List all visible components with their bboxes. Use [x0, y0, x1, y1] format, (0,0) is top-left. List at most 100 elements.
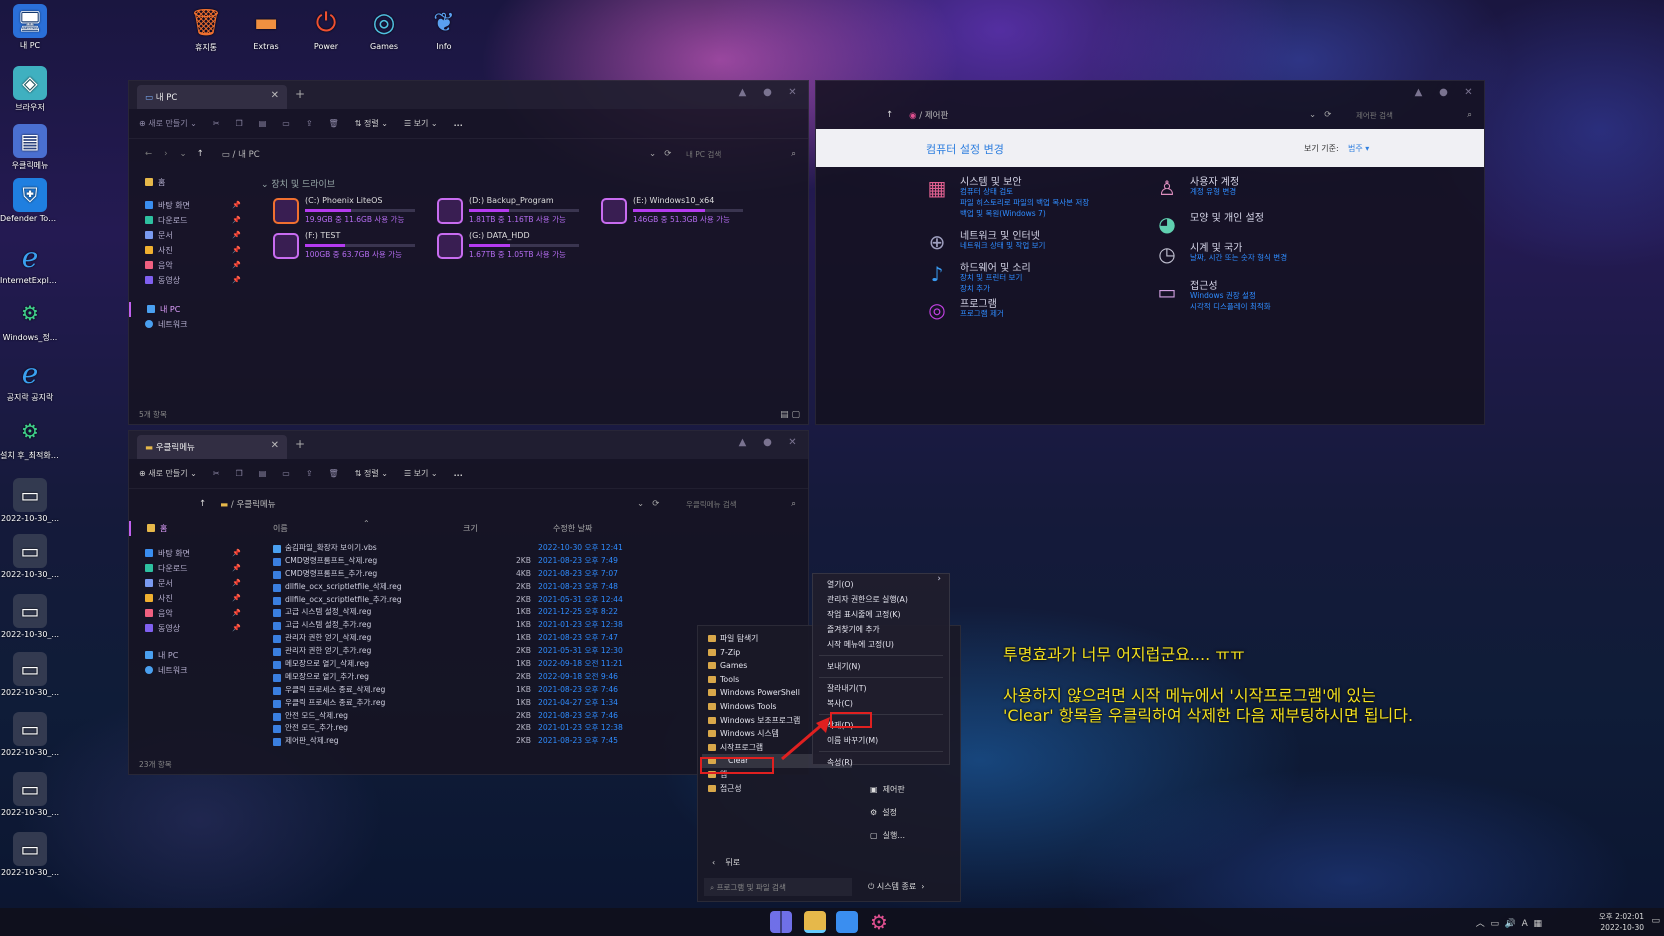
view-button[interactable]: ☰ 보기 ⌄	[404, 118, 438, 129]
file-row[interactable]: dllfile_ocx_scriptletfile_삭제.reg 2KB 2021-…	[273, 581, 793, 594]
cp-category-link[interactable]: 시각적 디스플레이 최적화	[1190, 301, 1271, 312]
nav-documents[interactable]: 문서 📌	[129, 228, 249, 243]
cut-icon[interactable]: ✂	[213, 469, 220, 478]
search-input[interactable]: 우클릭메뉴 검색	[680, 495, 800, 513]
clock[interactable]: 오후 2:02:01 2022-10-30	[1599, 911, 1644, 933]
cp-category-link[interactable]: 네트워크 상태 및 작업 보기	[960, 240, 1045, 251]
search-input[interactable]: 제어판 검색	[1350, 106, 1470, 124]
breadcrumb[interactable]: ▭ / 내 PC	[222, 148, 260, 160]
file-row[interactable]: dllfile_ocx_scriptletfile_추가.reg 2KB 2021-…	[273, 594, 793, 607]
cp-category-link[interactable]: 장치 및 프린터 보기	[960, 272, 1022, 283]
nav-network[interactable]: 네트워크	[129, 317, 249, 332]
view-toggle-icons[interactable]: ▤ ▢	[780, 410, 800, 420]
desktop-icon[interactable]: ℯ InternetExplor...	[0, 240, 60, 286]
start-menu-folder[interactable]: 접근성	[702, 782, 852, 796]
desktop-icon[interactable]: 🖥 내 PC	[0, 4, 60, 51]
nav-mypc[interactable]: 내 PC	[129, 302, 249, 317]
desktop-icon[interactable]: ⛨ Defender Tools.exe	[0, 178, 60, 223]
start-windows-icon[interactable]	[770, 911, 792, 933]
desktop-icon[interactable]: ▭ 2022-10-30_...	[0, 772, 60, 817]
refresh-icon[interactable]: ⌄ ⟳	[649, 149, 671, 159]
nav-videos[interactable]: 동영상 📌	[129, 273, 249, 288]
nav-documents[interactable]: 문서 📌	[129, 576, 249, 591]
desktop-icon[interactable]: ▭ 2022-10-30_...	[0, 478, 60, 523]
desktop-icon[interactable]: ▭ 2022-10-30_...	[0, 712, 60, 757]
rename-icon[interactable]: ▭	[282, 119, 290, 128]
tab-mypc[interactable]: ▭ 내 PC ✕	[137, 85, 287, 109]
sort-button[interactable]: ⇅ 정렬 ⌄	[355, 468, 388, 479]
nav-music[interactable]: 음악 📌	[129, 258, 249, 273]
cp-category-link[interactable]: 날짜, 시간 또는 숫자 형식 변경	[1190, 252, 1287, 263]
column-name[interactable]: 이름	[273, 523, 288, 534]
column-date[interactable]: 수정한 날짜	[553, 523, 592, 534]
cp-category-link[interactable]: 프로그램 제거	[960, 308, 1004, 319]
context-menu-item[interactable]: 복사(C)	[813, 696, 949, 711]
desktop-icon[interactable]: ▭ 2022-10-30_...	[0, 652, 60, 697]
start-right-run[interactable]: ▢ 실행...	[870, 830, 905, 841]
new-tab-button[interactable]: +	[295, 87, 305, 101]
minimize-icon[interactable]: ▲	[737, 87, 748, 98]
store-icon[interactable]	[836, 911, 858, 933]
maximize-icon[interactable]: ●	[762, 87, 773, 98]
breadcrumb[interactable]: ▬ / 우클릭메뉴	[220, 498, 275, 510]
desktop-icon[interactable]: ▭ 2022-10-30_...	[0, 832, 60, 877]
more-button[interactable]: ...	[454, 119, 463, 128]
nav-mypc[interactable]: 내 PC	[129, 648, 249, 663]
nav-music[interactable]: 음악 📌	[129, 606, 249, 621]
close-tab-icon[interactable]: ✕	[271, 440, 279, 451]
close-icon[interactable]: ✕	[787, 437, 798, 448]
cp-category-link[interactable]: 계정 유형 변경	[1190, 186, 1236, 197]
new-button[interactable]: ⊕ 새로 만들기 ⌄	[139, 468, 197, 479]
desktop-icon[interactable]: ▭ 2022-10-30_...	[0, 594, 60, 639]
notification-icon[interactable]: ▭	[1651, 916, 1660, 926]
up-icon[interactable]: ↑	[197, 149, 204, 159]
up-icon[interactable]: ↑	[886, 110, 893, 120]
settings-gear-icon[interactable]: ⚙	[868, 911, 890, 933]
nav-home[interactable]: 홈	[129, 175, 249, 190]
recent-icon[interactable]: ⌄	[180, 149, 187, 159]
desktop-icon[interactable]: ⏻ Power	[296, 6, 356, 52]
minimize-icon[interactable]: ▲	[1413, 87, 1424, 98]
forward-icon[interactable]: ›	[164, 149, 167, 159]
context-menu-item[interactable]: 잘라내기(T)	[813, 681, 949, 696]
paste-icon[interactable]: ▤	[259, 469, 267, 478]
nav-pictures[interactable]: 사진 📌	[129, 591, 249, 606]
search-icon[interactable]: ⌕	[791, 499, 796, 509]
view-by-dropdown[interactable]: 범주 ▾	[1348, 143, 1369, 154]
cp-category-link[interactable]: 컴퓨터 상태 검토	[960, 186, 1013, 197]
nav-network[interactable]: 네트워크	[129, 663, 249, 678]
search-icon[interactable]: ⌕	[1467, 110, 1472, 120]
more-button[interactable]: ...	[454, 469, 463, 478]
nav-desktop[interactable]: 바탕 화면 📌	[129, 546, 249, 561]
tab-contextmenu-folder[interactable]: ▬ 우클릭메뉴 ✕	[137, 435, 287, 459]
file-row[interactable]: CMD명령프롬프트_추가.reg 4KB 2021-08-23 오후 7:07	[273, 568, 793, 581]
copy-icon[interactable]: ❐	[236, 469, 243, 478]
close-tab-icon[interactable]: ✕	[271, 90, 279, 101]
file-explorer-icon[interactable]	[804, 911, 826, 933]
context-menu-item[interactable]: 열기(O)	[813, 577, 949, 592]
search-input[interactable]: 내 PC 검색	[680, 145, 800, 163]
cut-icon[interactable]: ✂	[213, 119, 220, 128]
drive-item[interactable]: (G:) DATA_HDD 1.67TB 중 1.05TB 사용 가능	[437, 231, 587, 261]
file-row[interactable]: 숨김파일_확장자 보이기.vbs 2022-10-30 오후 12:41	[273, 542, 793, 555]
context-menu-item[interactable]: 보내기(N)	[813, 659, 949, 674]
view-button[interactable]: ☰ 보기 ⌄	[404, 468, 438, 479]
desktop-icon[interactable]: ◎ Games	[354, 6, 414, 51]
close-icon[interactable]: ✕	[787, 87, 798, 98]
maximize-icon[interactable]: ●	[1438, 87, 1449, 98]
up-icon[interactable]: ↑	[199, 499, 206, 509]
context-menu-item[interactable]: 작업 표시줄에 고정(K)	[813, 607, 949, 622]
desktop-icon[interactable]: 🗑 휴지통	[176, 6, 236, 53]
sort-button[interactable]: ⇅ 정렬 ⌄	[355, 118, 388, 129]
nav-downloads[interactable]: 다운로드 📌	[129, 213, 249, 228]
desktop-icon[interactable]: ▭ 2022-10-30_...	[0, 534, 60, 579]
nav-pictures[interactable]: 사진 📌	[129, 243, 249, 258]
drive-item[interactable]: (C:) Phoenix LiteOS 19.9GB 중 11.6GB 사용 가능	[273, 196, 423, 226]
drive-item[interactable]: (E:) Windows10_x64 146GB 중 51.3GB 사용 가능	[601, 196, 751, 226]
cp-category-title[interactable]: 모양 및 개인 설정	[1190, 209, 1264, 224]
drive-item[interactable]: (D:) Backup_Program 1.81TB 중 1.16TB 사용 가능	[437, 196, 587, 226]
cp-category-link[interactable]: 장치 추가	[960, 283, 990, 294]
minimize-icon[interactable]: ▲	[737, 437, 748, 448]
delete-icon[interactable]: 🗑	[329, 119, 339, 128]
nav-home[interactable]: 홈	[129, 521, 249, 536]
